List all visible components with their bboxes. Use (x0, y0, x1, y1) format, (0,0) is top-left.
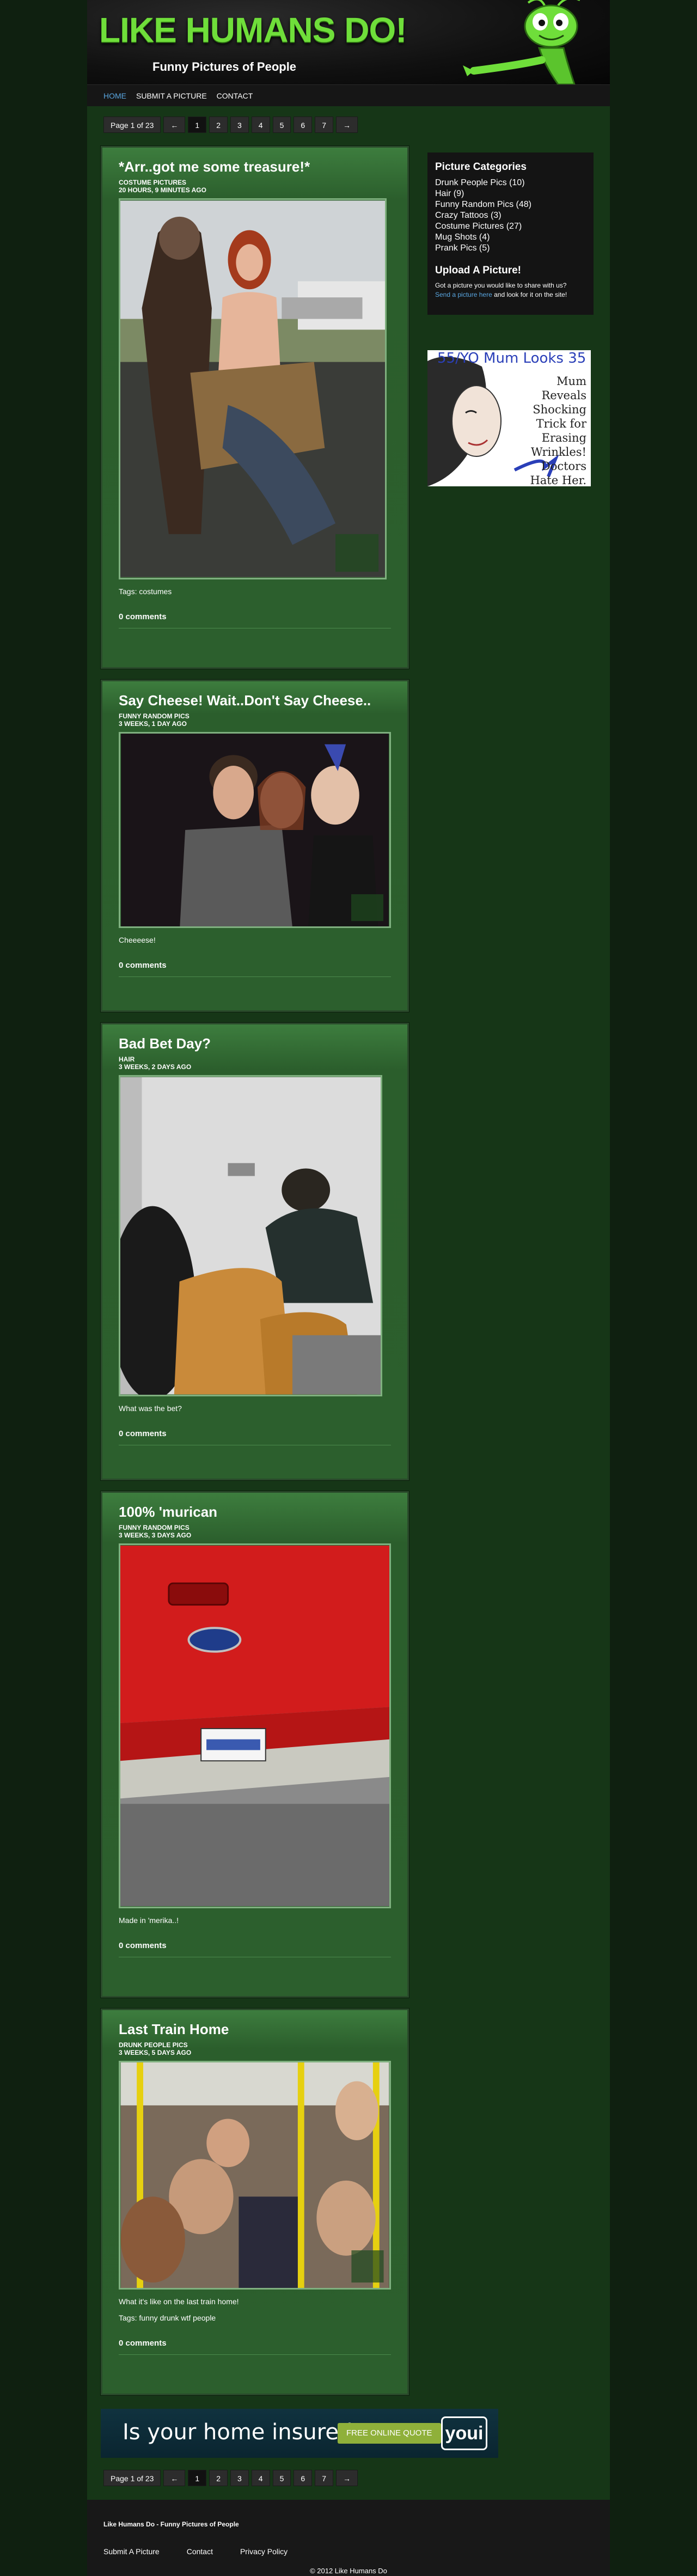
post-time: 3 WEEKS, 1 DAY AGO (119, 720, 187, 728)
next-page-button[interactable]: → (335, 2470, 358, 2486)
page-6[interactable]: 6 (294, 2470, 313, 2486)
bottom-banner-ad[interactable]: Is your home insured? FREE ONLINE QUOTE … (101, 2409, 498, 2458)
category-link[interactable]: Costume Pictures (27) (435, 221, 586, 232)
category-link[interactable]: Drunk People Pics (10) (435, 178, 586, 188)
prev-page-button[interactable]: ← (163, 117, 186, 133)
ad-question: Is your home insured? (123, 2420, 364, 2445)
post-time: 20 HOURS, 9 MINUTES AGO (119, 186, 206, 194)
page-4[interactable]: 4 (251, 117, 270, 133)
upload-text: Got a picture you would like to share wi… (435, 281, 586, 300)
post-card: Last Train Home DRUNK PEOPLE PICS 3 WEEK… (101, 2009, 409, 2395)
nav-contact[interactable]: CONTACT (217, 91, 253, 100)
page-5[interactable]: 5 (272, 117, 291, 133)
grasshopper-mascot-icon (463, 0, 580, 84)
page-3[interactable]: 3 (230, 117, 249, 133)
site-logo[interactable]: LIKE HUMANS DO! (99, 10, 407, 50)
post-category[interactable]: DRUNK PEOPLE PICS (119, 2041, 391, 2049)
ad-brand-logo: youi (441, 2416, 487, 2450)
site-header: LIKE HUMANS DO! Funny Pictures of People (87, 0, 610, 84)
page-count: Page 1 of 23 (103, 2470, 161, 2486)
nav-submit-picture[interactable]: SUBMIT A PICTURE (136, 91, 207, 100)
post-card: Bad Bet Day? HAIR 3 WEEKS, 2 DAYS AGO Wh… (101, 1023, 409, 1480)
post-tags[interactable]: Tags: funny drunk wtf people (119, 2313, 391, 2322)
categories-heading: Picture Categories (435, 161, 527, 173)
copyright: © 2012 Like Humans Do (310, 2567, 387, 2575)
page-1[interactable]: 1 (188, 2470, 207, 2486)
post-category[interactable]: COSTUME PICTURES (119, 179, 391, 186)
pagination-bottom: Page 1 of 23 ← 1 2 3 4 5 6 7 → (103, 2470, 358, 2486)
post-category[interactable]: HAIR (119, 1055, 391, 1063)
page-2[interactable]: 2 (209, 117, 228, 133)
upload-prompt: Got a picture you would like to share wi… (435, 282, 567, 289)
site-tagline: Funny Pictures of People (152, 60, 297, 74)
footer-link-contact[interactable]: Contact (187, 2547, 213, 2556)
post-caption: What it's like on the last train home! (119, 2297, 239, 2306)
sidebar: Picture Categories Drunk People Pics (10… (427, 152, 594, 315)
page-4[interactable]: 4 (251, 2470, 270, 2486)
post-image[interactable] (119, 2061, 391, 2290)
page-6[interactable]: 6 (294, 117, 313, 133)
nav-home[interactable]: HOME (103, 91, 126, 100)
post-time: 3 WEEKS, 5 DAYS AGO (119, 2049, 192, 2056)
post-caption: Cheeeese! (119, 936, 156, 944)
next-page-button[interactable]: → (335, 117, 358, 133)
ad-body: Mum Reveals Shocking Trick for Erasing W… (530, 375, 586, 486)
category-link[interactable]: Prank Pics (5) (435, 243, 586, 254)
main-nav: HOME SUBMIT A PICTURE CONTACT (87, 84, 610, 106)
page-7[interactable]: 7 (315, 117, 333, 133)
post-image[interactable] (119, 732, 391, 928)
post-title[interactable]: *Arr..got me some treasure!* (119, 158, 391, 175)
post-comments-link[interactable]: 0 comments (119, 2339, 391, 2355)
category-list: Drunk People Pics (10) Hair (9) Funny Ra… (435, 178, 586, 254)
post-category[interactable]: FUNNY RANDOM PICS (119, 712, 391, 720)
post-comments-link[interactable]: 0 comments (119, 612, 391, 628)
send-picture-link[interactable]: Send a picture here (435, 291, 492, 298)
post-time: 3 WEEKS, 3 DAYS AGO (119, 1531, 192, 1539)
footer-link-submit[interactable]: Submit A Picture (103, 2547, 160, 2556)
ad-headline[interactable]: 55/YO Mum Looks 35 (437, 350, 586, 367)
category-link[interactable]: Crazy Tattoos (3) (435, 210, 586, 221)
page-7[interactable]: 7 (315, 2470, 333, 2486)
upload-heading: Upload A Picture! (435, 265, 521, 276)
sidebar-ad[interactable]: 55/YO Mum Looks 35 Mum Reveals Shocking … (427, 350, 591, 486)
post-title[interactable]: Last Train Home (119, 2021, 391, 2038)
category-link[interactable]: Funny Random Pics (48) (435, 199, 586, 210)
page-3[interactable]: 3 (230, 2470, 249, 2486)
post-image[interactable] (119, 198, 387, 579)
page-2[interactable]: 2 (209, 2470, 228, 2486)
post-category[interactable]: FUNNY RANDOM PICS (119, 1524, 391, 1531)
page-1[interactable]: 1 (188, 117, 207, 133)
prev-page-button[interactable]: ← (163, 2470, 186, 2486)
post-title[interactable]: 100% 'murican (119, 1504, 391, 1521)
post-title[interactable]: Say Cheese! Wait..Don't Say Cheese.. (119, 692, 391, 709)
upload-suffix: and look for it on the site! (494, 291, 567, 298)
footer-links: Submit A Picture Contact Privacy Policy (103, 2547, 288, 2556)
category-link[interactable]: Hair (9) (435, 188, 586, 199)
post-time: 3 WEEKS, 2 DAYS AGO (119, 1063, 192, 1071)
post-caption: What was the bet? (119, 1404, 182, 1413)
category-link[interactable]: Mug Shots (4) (435, 232, 586, 243)
post-image[interactable] (119, 1075, 382, 1396)
post-tags[interactable]: Tags: costumes (119, 587, 391, 596)
post-card: *Arr..got me some treasure!* COSTUME PIC… (101, 146, 409, 669)
post-card: 100% 'murican FUNNY RANDOM PICS 3 WEEKS,… (101, 1491, 409, 1998)
page-5[interactable]: 5 (272, 2470, 291, 2486)
post-caption: Made in 'merika..! (119, 1916, 179, 1925)
post-image[interactable] (119, 1543, 391, 1908)
footer-link-privacy[interactable]: Privacy Policy (240, 2547, 288, 2556)
post-comments-link[interactable]: 0 comments (119, 1941, 391, 1957)
post-title[interactable]: Bad Bet Day? (119, 1035, 391, 1052)
post-comments-link[interactable]: 0 comments (119, 1429, 391, 1445)
pagination-top: Page 1 of 23 ← 1 2 3 4 5 6 7 → (103, 117, 358, 133)
footer-title: Like Humans Do - Funny Pictures of Peopl… (103, 2520, 239, 2528)
post-card: Say Cheese! Wait..Don't Say Cheese.. FUN… (101, 680, 409, 1012)
free-quote-button[interactable]: FREE ONLINE QUOTE (338, 2423, 441, 2444)
post-comments-link[interactable]: 0 comments (119, 961, 391, 977)
site-footer: Like Humans Do - Funny Pictures of Peopl… (87, 2500, 610, 2576)
page-count: Page 1 of 23 (103, 117, 161, 133)
